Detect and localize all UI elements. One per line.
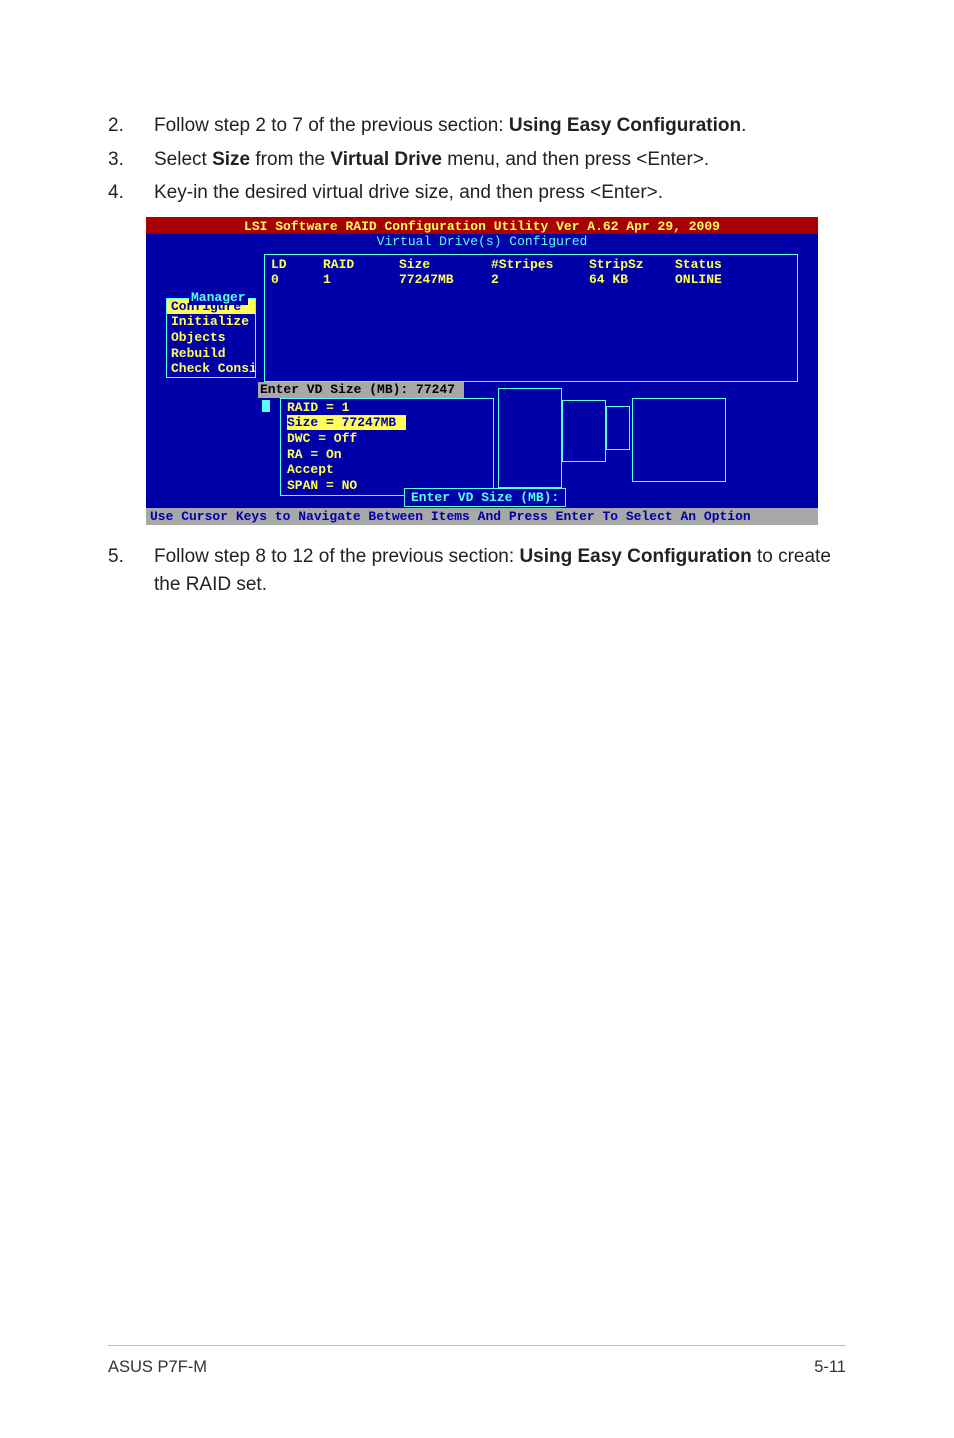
- text-bold: Virtual Drive: [330, 149, 442, 170]
- menu-label: Manager: [189, 290, 248, 306]
- step-2: 2. Follow step 2 to 7 of the previous se…: [108, 112, 846, 140]
- text: .: [741, 115, 746, 136]
- step-4: 4. Key-in the desired virtual drive size…: [108, 179, 846, 207]
- geometry-panel: [498, 388, 562, 488]
- cell: 64 KB: [589, 272, 675, 288]
- prop-dwc[interactable]: DWC = Off: [287, 431, 487, 447]
- status-box: Enter VD Size (MB):: [404, 488, 566, 508]
- text: Select: [154, 149, 212, 170]
- cell: 77247MB: [399, 272, 491, 288]
- menu-item-objects[interactable]: Objects: [167, 330, 255, 346]
- step-num: 3.: [108, 146, 154, 174]
- menu-item-check[interactable]: Check Consistency: [167, 361, 255, 377]
- cell: 2: [491, 272, 589, 288]
- col-raid: RAID: [323, 257, 399, 273]
- footer-right: 5-11: [814, 1356, 846, 1380]
- geometry-panel: [632, 398, 726, 482]
- text-bold: Using Easy Configuration: [519, 546, 751, 567]
- vd-properties-box[interactable]: RAID = 1 Size = 77247MB DWC = Off RA = O…: [280, 398, 494, 497]
- text: Follow step 8 to 12 of the previous sect…: [154, 546, 519, 567]
- prop-size[interactable]: Size = 77247MB: [287, 415, 487, 431]
- geometry-panel: [606, 406, 630, 450]
- text-bold: Size: [212, 149, 250, 170]
- step-body: Follow step 8 to 12 of the previous sect…: [154, 543, 846, 598]
- col-size: Size: [399, 257, 491, 273]
- text: from the: [250, 149, 330, 170]
- bios-screenshot: LSI Software RAID Configuration Utility …: [146, 217, 818, 526]
- prop-size-selected: Size = 77247MB: [287, 415, 406, 430]
- step-num: 4.: [108, 179, 154, 207]
- step-num: 5.: [108, 543, 154, 598]
- cell: 1: [323, 272, 399, 288]
- page-footer: ASUS P7F-M 5-11: [108, 1345, 846, 1380]
- cell: 0: [271, 272, 323, 288]
- step-body: Select Size from the Virtual Drive menu,…: [154, 146, 846, 174]
- text: Follow step 2 to 7 of the previous secti…: [154, 115, 509, 136]
- text-cursor-icon: [262, 400, 270, 412]
- prop-accept[interactable]: Accept: [287, 462, 487, 478]
- vd-configured-box: LD RAID Size #Stripes StripSz Status 0 1…: [264, 254, 798, 382]
- step-3: 3. Select Size from the Virtual Drive me…: [108, 146, 846, 174]
- management-menu[interactable]: Manager Configure Initialize Objects Reb…: [166, 298, 256, 378]
- col-stripsz: StripSz: [589, 257, 675, 273]
- bios-title: LSI Software RAID Configuration Utility …: [146, 217, 818, 235]
- geometry-panel: [562, 400, 606, 462]
- table-row: 0 1 77247MB 2 64 KB ONLINE: [265, 272, 797, 288]
- col-ld: LD: [271, 257, 323, 273]
- step-body: Key-in the desired virtual drive size, a…: [154, 179, 846, 207]
- step-5: 5. Follow step 8 to 12 of the previous s…: [108, 543, 846, 598]
- table-header: LD RAID Size #Stripes StripSz Status: [265, 255, 797, 273]
- input-label: Enter VD Size (MB): 77247: [260, 382, 455, 397]
- prop-raid[interactable]: RAID = 1: [287, 400, 487, 416]
- text: menu, and then press <Enter>.: [442, 149, 709, 170]
- cell: ONLINE: [675, 272, 751, 288]
- menu-item-initialize[interactable]: Initialize: [167, 314, 255, 330]
- prop-ra[interactable]: RA = On: [287, 447, 487, 463]
- col-stripes: #Stripes: [491, 257, 589, 273]
- step-num: 2.: [108, 112, 154, 140]
- help-bar: Use Cursor Keys to Navigate Between Item…: [146, 508, 818, 526]
- step-body: Follow step 2 to 7 of the previous secti…: [154, 112, 846, 140]
- footer-left: ASUS P7F-M: [108, 1356, 207, 1380]
- vd-size-input[interactable]: Enter VD Size (MB): 77247: [258, 382, 464, 398]
- menu-item-rebuild[interactable]: Rebuild: [167, 346, 255, 362]
- text-bold: Using Easy Configuration: [509, 115, 741, 136]
- bios-subtitle: Virtual Drive(s) Configured: [146, 234, 818, 250]
- col-status: Status: [675, 257, 751, 273]
